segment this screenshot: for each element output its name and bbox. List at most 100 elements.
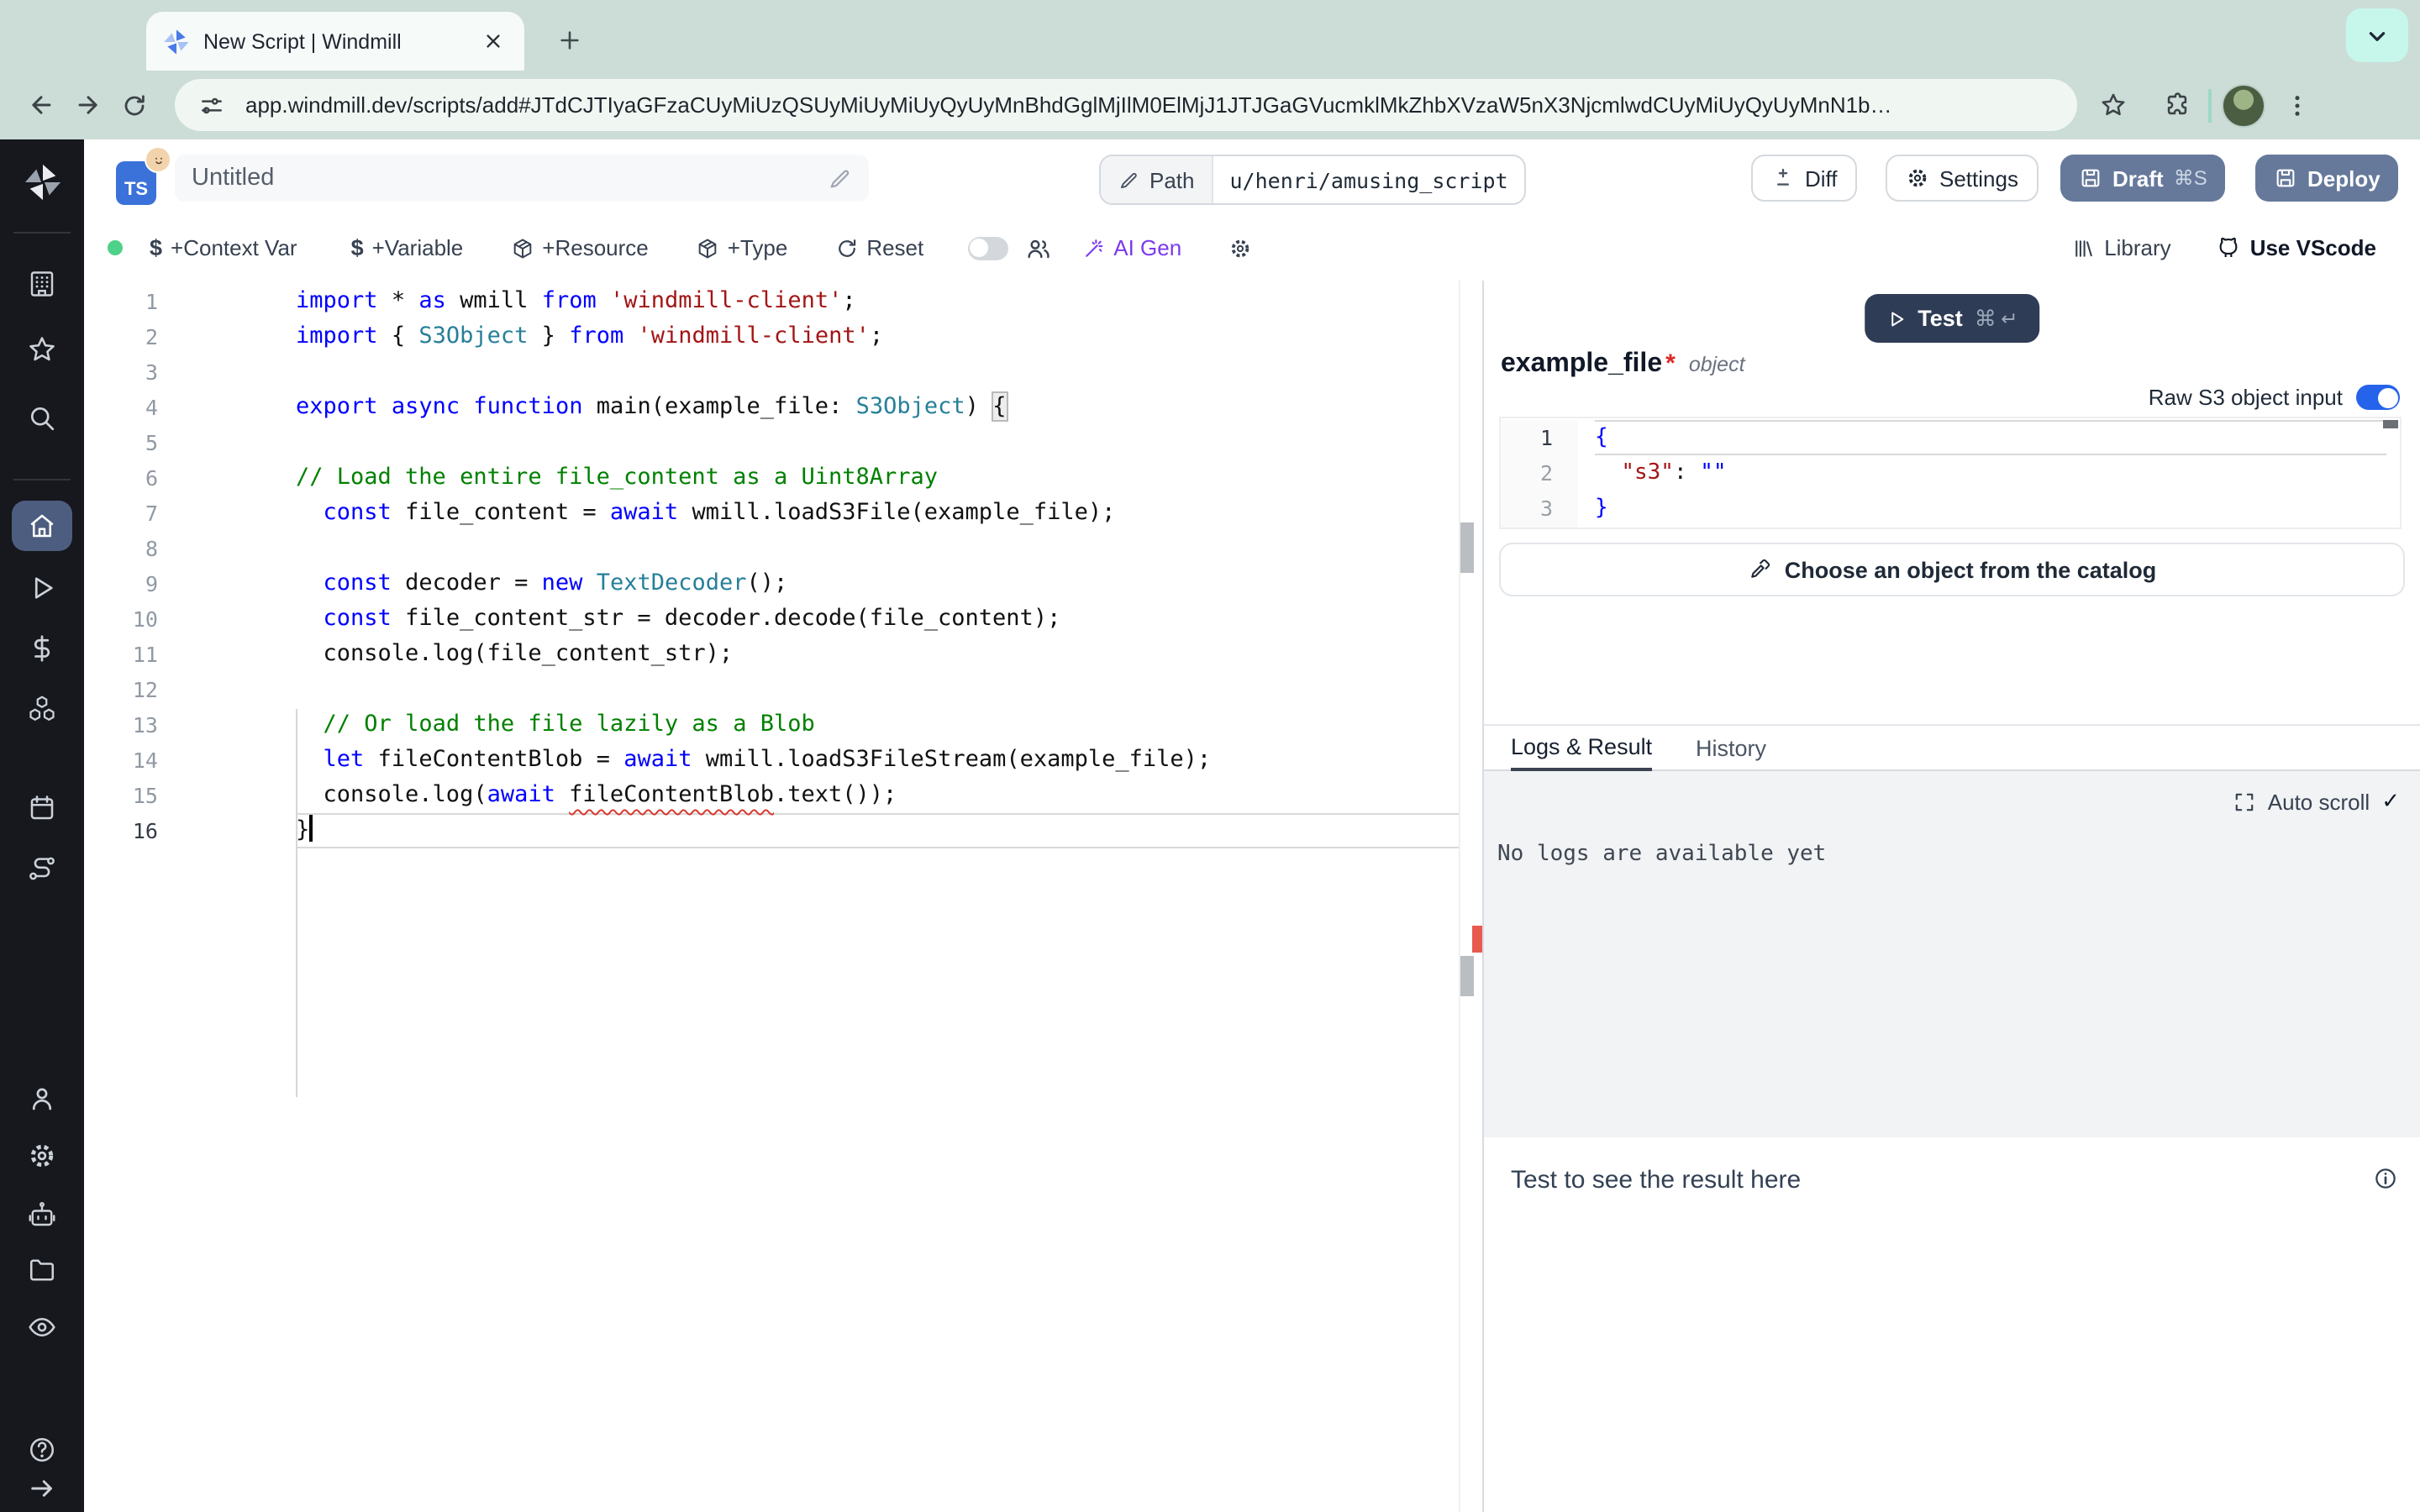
script-title: Untitled — [192, 165, 827, 192]
run-panel: Test ⌘ example_file * object Raw S3 obje… — [1482, 281, 2420, 1512]
tab-close-icon[interactable] — [477, 26, 508, 56]
sidebar-item-workspace[interactable] — [12, 262, 72, 306]
collapse-arrow-icon — [27, 1473, 57, 1504]
variables-icon — [27, 633, 57, 664]
sidebar-item-favorites[interactable] — [12, 328, 72, 371]
runs-icon — [27, 573, 57, 603]
forward-button[interactable] — [64, 81, 111, 129]
check-icon: ✓ — [2381, 788, 2400, 815]
tab-logs-result[interactable]: Logs & Result — [1511, 726, 1652, 771]
save-icon — [2079, 166, 2102, 190]
new-tab-button[interactable] — [546, 17, 593, 64]
test-button[interactable]: Test ⌘ — [1864, 294, 2040, 343]
error-marker — [1472, 926, 1482, 953]
auto-scroll-control[interactable]: Auto scroll ✓ — [2234, 788, 2400, 815]
indent-guide — [296, 709, 297, 1097]
sidebar-item-collapse-arrow[interactable] — [12, 1467, 72, 1510]
sidebar-item-search[interactable] — [12, 396, 72, 440]
ai-gen-button[interactable]: AI Gen — [1081, 235, 1181, 260]
settings-button[interactable]: Settings — [1886, 155, 2039, 202]
type-label: +Type — [728, 235, 788, 260]
use-vscode-label: Use VScode — [2250, 235, 2376, 260]
draft-button[interactable]: Draft ⌘S — [2060, 155, 2226, 202]
cmd-key: ⌘ — [1975, 305, 1996, 332]
argument-header: example_file * object — [1501, 349, 1745, 380]
use-vscode-button[interactable]: Use VScode — [2215, 234, 2376, 261]
script-title-input[interactable]: Untitled — [175, 155, 869, 202]
add-resource-button[interactable]: +Resource — [510, 235, 648, 260]
dollar-icon: $ — [351, 235, 364, 260]
no-logs-message: No logs are available yet — [1497, 842, 1826, 867]
bookmark-star-icon[interactable] — [2091, 83, 2134, 127]
sidebar-item-home[interactable] — [12, 501, 72, 551]
sidebar-item-settings[interactable] — [12, 1134, 72, 1178]
raw-s3-toggle[interactable] — [2356, 385, 2400, 410]
save-icon — [2274, 166, 2297, 190]
tab-search-chevron-button[interactable] — [2346, 8, 2408, 62]
multiplayer-icon[interactable] — [1024, 234, 1051, 261]
variable-label: +Variable — [372, 235, 464, 260]
add-variable-button[interactable]: $ +Variable — [351, 235, 464, 260]
json-code-lines[interactable]: { "s3": ""} — [1595, 420, 2386, 526]
collab-toggle[interactable] — [967, 236, 1007, 260]
reset-button[interactable]: Reset — [834, 235, 923, 260]
info-icon[interactable] — [2373, 1166, 2398, 1191]
choose-object-button[interactable]: Choose an object from the catalog — [1499, 543, 2405, 596]
line-number: 12 — [84, 672, 212, 707]
magic-wand-icon — [1081, 236, 1105, 260]
line-number: 11 — [84, 637, 212, 672]
tab-history[interactable]: History — [1696, 726, 1766, 771]
back-button[interactable] — [17, 81, 64, 129]
path-value[interactable]: u/henri/amusing_script — [1213, 156, 1525, 203]
json-arg-editor[interactable]: 123 { "s3": ""} — [1499, 417, 2402, 529]
library-button[interactable]: Library — [2072, 235, 2171, 260]
sidebar-item-workers[interactable] — [12, 1193, 72, 1236]
sidebar-item-schedules[interactable] — [12, 786, 72, 830]
sidebar-item-resources[interactable] — [12, 687, 72, 731]
reload-button[interactable] — [111, 81, 158, 129]
site-controls-icon[interactable] — [198, 92, 225, 118]
favorites-icon — [27, 334, 57, 365]
browser-menu-icon[interactable] — [2275, 83, 2319, 127]
sidebar-item-audit-logs[interactable] — [12, 1305, 72, 1349]
choose-object-label: Choose an object from the catalog — [1785, 557, 2157, 582]
extensions-icon[interactable] — [2154, 83, 2198, 127]
add-type-button[interactable]: +Type — [696, 235, 788, 260]
deploy-button[interactable]: Deploy — [2255, 155, 2399, 202]
settings-icon — [27, 1141, 57, 1171]
result-tabs: Logs & Result History — [1484, 726, 2420, 771]
url-bar[interactable]: app.windmill.dev/scripts/add#JTdCJTIyaGF… — [175, 79, 2077, 131]
code-line: console.log(file_content_str); — [296, 637, 1459, 672]
test-label: Test — [1918, 306, 1963, 331]
line-number: 15 — [84, 778, 212, 813]
browser-tabstrip: New Script | Windmill — [0, 0, 2420, 71]
windmill-logo[interactable] — [12, 160, 72, 203]
code-lines[interactable]: import * as wmill from 'windmill-client'… — [296, 284, 1459, 848]
sidebar-item-help[interactable] — [12, 1428, 72, 1472]
line-number: 10 — [84, 601, 212, 637]
sidebar-item-folders[interactable] — [12, 1248, 72, 1292]
path-field[interactable]: Path u/henri/amusing_script — [1099, 155, 1527, 205]
code-editor[interactable]: 12345678910111213141516 import * as wmil… — [84, 281, 1482, 1512]
context-var-label: +Context Var — [171, 235, 297, 260]
edit-title-pencil-icon[interactable] — [827, 165, 852, 191]
code-line: "s3": "" — [1595, 455, 2386, 491]
audit-logs-icon — [27, 1312, 57, 1342]
line-number: 3 — [1501, 491, 1578, 526]
json-scrollbar-thumb[interactable] — [2383, 420, 2398, 428]
add-context-var-button[interactable]: $ +Context Var — [150, 235, 297, 260]
sidebar-item-variables[interactable] — [12, 627, 72, 670]
editor-settings-gear-icon[interactable] — [1228, 236, 1252, 260]
settings-label: Settings — [1939, 165, 2018, 191]
pencil-icon — [1118, 169, 1139, 191]
windmill-logo-icon — [23, 162, 61, 201]
sidebar-item-runs[interactable] — [12, 566, 72, 610]
tab-title: New Script | Windmill — [203, 29, 477, 53]
diff-button[interactable]: Diff — [1751, 155, 1858, 202]
sidebar-item-flows[interactable] — [12, 847, 72, 890]
scrollbar-thumb[interactable] — [1460, 522, 1474, 573]
browser-tab[interactable]: New Script | Windmill — [146, 12, 524, 71]
sidebar-item-users[interactable] — [12, 1077, 72, 1121]
scrollbar-thumb[interactable] — [1460, 956, 1474, 996]
profile-avatar[interactable] — [2222, 83, 2265, 127]
